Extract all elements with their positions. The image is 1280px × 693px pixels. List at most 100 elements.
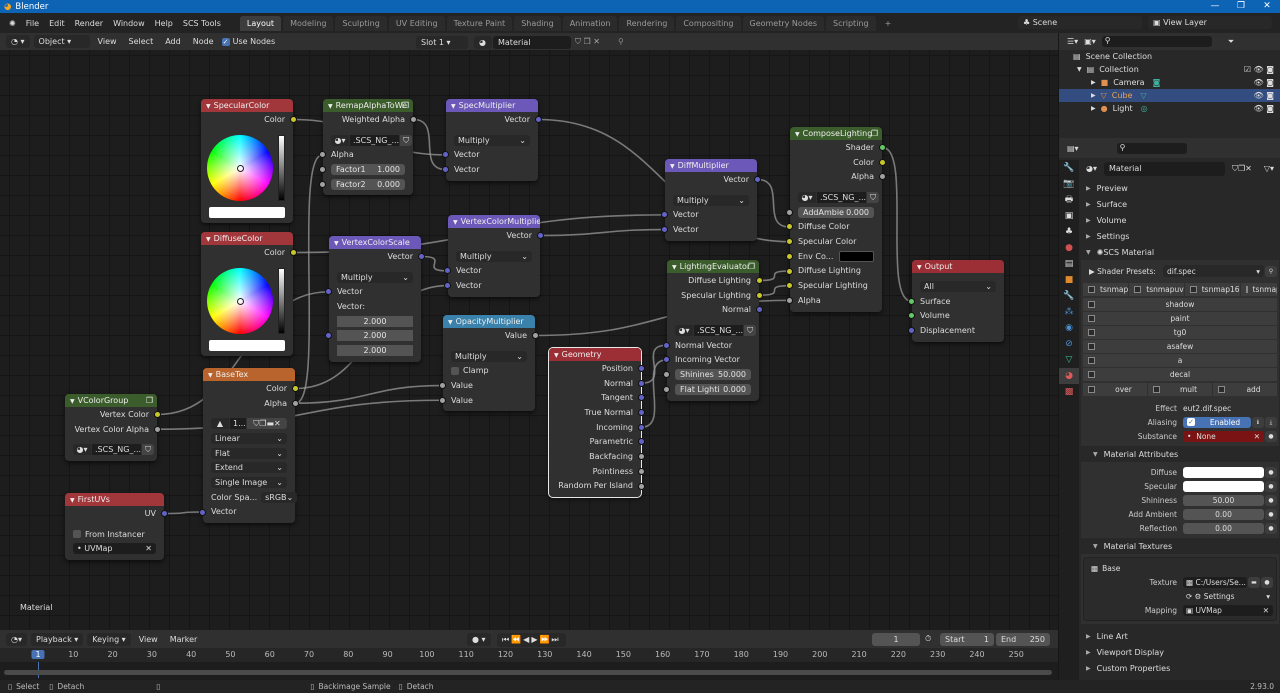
vector-component-field[interactable]: 2.000 <box>337 344 413 356</box>
scene-selector[interactable]: ♣ Scene <box>1018 16 1142 29</box>
flag-a[interactable]: a <box>1083 354 1277 367</box>
particles-tab-icon[interactable]: ⁂ <box>1059 304 1079 320</box>
dropdown-extend[interactable]: Extend ⌄ <box>211 462 287 474</box>
input-socket[interactable] <box>444 282 451 290</box>
uv-map-selector[interactable]: • UVMap ✕ <box>73 543 156 555</box>
panel-surface[interactable]: ▶ Surface <box>1081 196 1279 212</box>
input-socket[interactable] <box>444 267 451 275</box>
input-socket[interactable] <box>661 226 668 234</box>
aliasing-toggle[interactable]: ✓ Enabled <box>1183 416 1251 428</box>
node-header[interactable]: ▼ SpecularColor <box>201 99 293 112</box>
output-socket[interactable] <box>879 173 886 181</box>
panel-custom-properties[interactable]: ▶ Custom Properties <box>1081 660 1279 676</box>
fake-user-icon[interactable]: ⛉ <box>142 444 155 456</box>
collapse-icon[interactable]: ▼ <box>917 264 922 271</box>
filter-view-icon[interactable]: ▣▾ <box>1084 37 1096 46</box>
world-tab-icon[interactable]: ● <box>1059 240 1079 256</box>
panel-material-attributes[interactable]: ▼ Material Attributes <box>1081 446 1279 462</box>
visibility-icons[interactable]: 👁 ◙ <box>1254 91 1274 100</box>
group-selector[interactable]: ◕▾ .SCS_NG_... ⛉ <box>73 444 155 456</box>
decorator-icon[interactable]: ● <box>1265 480 1277 492</box>
output-socket[interactable] <box>638 467 645 475</box>
node-group-icon[interactable]: ❐ <box>146 394 153 407</box>
shader-presets-select[interactable]: dif.spec ▾ <box>1163 265 1264 277</box>
input-socket[interactable] <box>661 211 668 219</box>
collapse-icon[interactable]: ▼ <box>453 219 458 226</box>
checkbox-from-instancer[interactable]: From Instancer <box>65 527 164 542</box>
image-browser[interactable]: ▲ 1... ⛉❐▬✕ <box>211 418 287 430</box>
keying-menu[interactable]: Keying ▾ <box>87 632 131 646</box>
display-mode-icon[interactable]: ☰▾ <box>1067 37 1078 46</box>
fake-user-icon[interactable]: ⛉ <box>867 191 880 203</box>
value-field-shinines[interactable]: Shinines 50.000 <box>675 368 751 380</box>
node-header[interactable]: ▼ BaseTex <box>203 368 295 381</box>
tab-animation[interactable]: Animation <box>562 15 618 31</box>
flag-decal[interactable]: decal <box>1083 368 1277 381</box>
node-tree-icon[interactable]: ◕▾ <box>798 191 816 203</box>
node-tree-icon[interactable]: ◕▾ <box>73 444 91 456</box>
color-swatch[interactable] <box>209 206 285 218</box>
blender-menu-icon[interactable]: ✺ <box>4 19 21 28</box>
color-swatch[interactable] <box>839 250 874 262</box>
decorator-icon[interactable]: ● <box>1265 522 1277 534</box>
node-header[interactable]: ▼ DiffMultiplier <box>665 159 757 172</box>
color-picker[interactable] <box>201 266 293 338</box>
frame-ruler[interactable]: 1 10 20 30 40 50 60 70 80 90 100 110 120 130 140 150 16… <box>0 648 1058 662</box>
end-frame-field[interactable]: End 250 <box>996 633 1050 646</box>
texture-settings-select[interactable]: ⟳ ⚙ Settings ▾ <box>1183 590 1273 602</box>
group-selector[interactable]: ◕▾ .SCS_NG_... ⛉ <box>798 191 880 203</box>
output-socket[interactable] <box>292 399 299 407</box>
node-opacitymultiplier[interactable]: ▼ OpacityMultiplier Value Multiply ⌄ Clamp Val… <box>439 315 539 412</box>
panel-volume[interactable]: ▶ Volume <box>1081 212 1279 228</box>
value-field-factor2[interactable]: Factor2 0.000 <box>331 178 405 190</box>
decorator-icon[interactable]: ● <box>1265 508 1277 520</box>
decorator-icon[interactable]: ● <box>1265 430 1277 442</box>
tab-scripting[interactable]: Scripting <box>825 15 876 31</box>
input-socket[interactable] <box>663 341 670 349</box>
node-header[interactable]: ▼ SpecMultiplier <box>446 99 538 112</box>
collapse-icon[interactable]: ▼ <box>208 372 213 379</box>
record-button[interactable]: ● ▾ <box>467 633 491 646</box>
node-composelighting[interactable]: ▼ ComposeLighting ❐ Shader Color Alpha ◕▾ .SCS_… <box>786 127 886 312</box>
output-socket[interactable] <box>154 411 161 418</box>
stopwatch-icon[interactable]: ⏱ <box>925 634 931 644</box>
node-header[interactable]: ▼ DiffuseColor <box>201 232 293 245</box>
outliner-item-scene-collection[interactable]: ▤ Scene Collection <box>1059 50 1280 63</box>
value-field-factor1[interactable]: Factor1 1.000 <box>331 163 405 175</box>
timeline-scrollbar[interactable] <box>4 670 1052 675</box>
scene-tab-icon[interactable]: ♣ <box>1059 224 1079 240</box>
attribute-color-swatch[interactable] <box>1183 466 1264 478</box>
collapse-icon[interactable]: ▼ <box>795 131 800 138</box>
node-header[interactable]: ▼ FirstUVs <box>65 493 164 506</box>
tab-uv-editing[interactable]: UV Editing <box>388 15 445 31</box>
mapping-field[interactable]: ▣ UVMap ✕ <box>1183 604 1273 616</box>
minimize-button[interactable]: — <box>1202 0 1228 13</box>
node-header[interactable]: ▼ RemapAlphaToWe ❐ <box>323 99 413 112</box>
value-slider[interactable] <box>278 267 285 334</box>
properties-search-input[interactable]: ⚲ <box>1116 142 1187 154</box>
output-socket[interactable] <box>532 332 539 339</box>
panel-material-textures[interactable]: ▼ Material Textures <box>1081 538 1279 554</box>
collapse-icon[interactable]: ▼ <box>334 240 339 247</box>
node-link[interactable] <box>157 399 443 430</box>
menu-scs-tools[interactable]: SCS Tools <box>178 19 226 28</box>
node-header[interactable]: ▼ LightingEvaluator ❐ <box>667 260 759 273</box>
texture-path-field[interactable]: ▩ C:/Users/Se... <box>1183 576 1247 588</box>
slot-select[interactable]: Slot 1 ▾ <box>416 36 468 49</box>
clear-icon[interactable]: ✕ <box>1254 431 1260 442</box>
node-link[interactable] <box>759 270 790 282</box>
output-socket[interactable] <box>154 425 161 433</box>
collapse-icon[interactable]: ▼ <box>451 103 456 110</box>
node-link[interactable] <box>295 384 443 404</box>
color-wheel[interactable] <box>207 267 273 334</box>
clear-icon[interactable]: ✕ <box>145 544 152 553</box>
node-header[interactable]: ▼ VertexColorMultiplier <box>448 215 540 228</box>
menu-edit[interactable]: Edit <box>44 19 70 28</box>
node-link[interactable] <box>413 118 446 171</box>
output-socket[interactable] <box>638 423 645 431</box>
material-actions[interactable]: ⛉❐✕ <box>1226 162 1257 176</box>
use-nodes-checkbox[interactable]: ✓ Use Nodes <box>221 37 275 46</box>
node-link[interactable] <box>641 359 667 429</box>
dropdown-flat[interactable]: Flat ⌄ <box>211 447 287 459</box>
collapse-icon[interactable]: ▼ <box>206 236 211 243</box>
